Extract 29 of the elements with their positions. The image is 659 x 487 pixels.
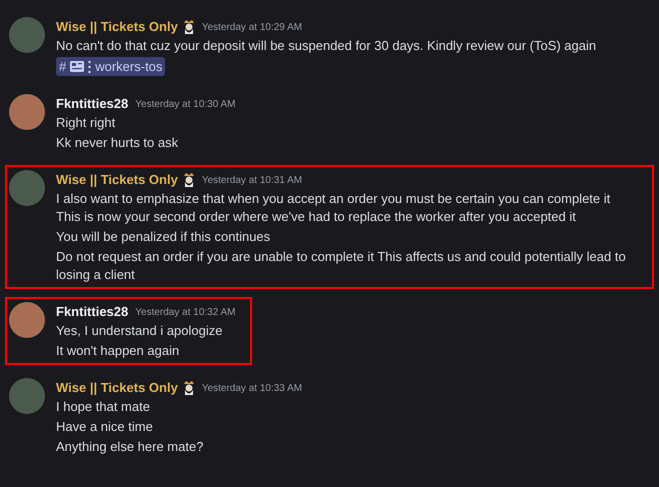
message-text: Anything else here mate? (56, 438, 204, 456)
message-text: No can't do that cuz your deposit will be suspended for 30 days. Kindly review our (ToS) again (56, 37, 596, 55)
message-text: Kk never hurts to ask (56, 134, 180, 152)
timestamp: Yesterday at 10:33 AM (202, 382, 302, 396)
username[interactable]: Fkntitties28 (56, 302, 128, 322)
message-text: It won't happen again (56, 342, 180, 360)
username[interactable]: Wise || Tickets Only (56, 17, 178, 37)
username[interactable]: Wise || Tickets Only (56, 378, 178, 398)
message-text: You will be penalized if this continues (56, 228, 272, 246)
timestamp: Yesterday at 10:29 AM (202, 20, 302, 34)
avatar[interactable] (9, 17, 45, 53)
timestamp: Yesterday at 10:31 AM (202, 174, 302, 188)
message-text: I also want to emphasize that when you accept an order you must be certain you can complete it This is now your second order where we've had to replace the worker after you accepted it (56, 190, 612, 226)
message-text: Yes, I understand i apologize (56, 322, 224, 340)
username[interactable]: Wise || Tickets Only (56, 170, 178, 190)
message-text: I hope that mate (56, 398, 151, 416)
message-text: Do not request an order if you are unable to complete it This affects us and could potentially lead to losing a client (56, 248, 627, 284)
avatar[interactable] (9, 378, 45, 414)
channel-mention[interactable]: # workers-tos (56, 57, 166, 76)
message-text: Have a nice time (56, 418, 154, 436)
message-text: Right right (56, 114, 116, 132)
avatar[interactable] (9, 170, 45, 206)
avatar[interactable] (9, 302, 45, 338)
avatar[interactable] (9, 94, 45, 130)
username[interactable]: Fkntitties28 (56, 94, 128, 114)
vertical-dots-icon (88, 60, 92, 74)
timestamp: Yesterday at 10:32 AM (135, 306, 236, 320)
timestamp: Yesterday at 10:30 AM (135, 98, 236, 112)
newspaper-icon (70, 61, 84, 72)
